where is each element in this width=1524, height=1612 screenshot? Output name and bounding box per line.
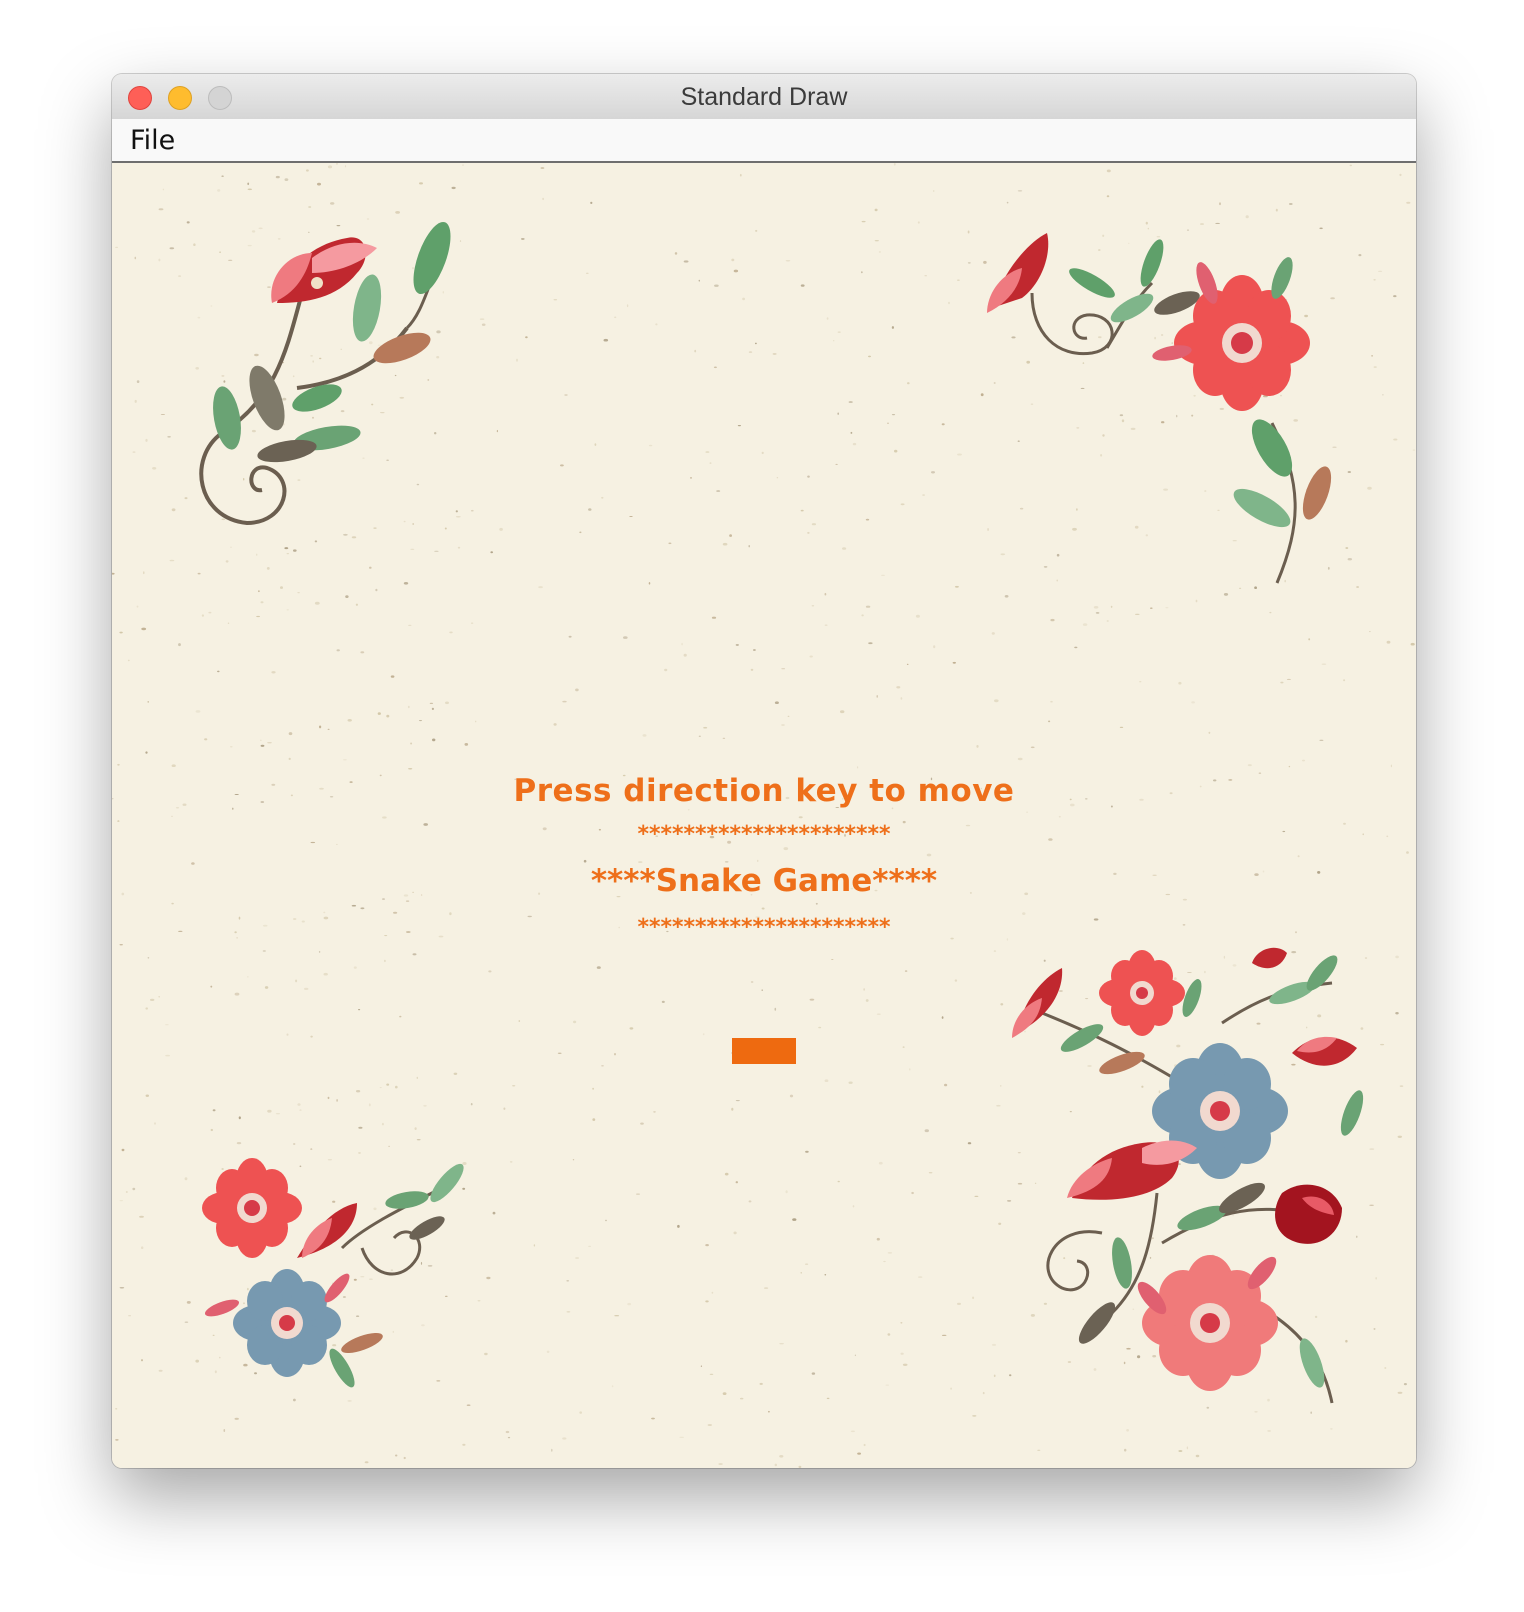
floral-decoration-bottom-left — [202, 1158, 464, 1388]
game-title: ****Snake Game**** — [590, 863, 938, 899]
floral-decoration-top-left — [199, 221, 451, 526]
menu-bar: File — [112, 119, 1416, 163]
stars-divider-top: ********************** — [637, 822, 891, 847]
stars-divider-bottom: ********************** — [637, 915, 891, 940]
game-canvas[interactable]: Press direction key to move ************… — [112, 163, 1416, 1468]
snake-body — [732, 1038, 796, 1064]
floral-decoration-top-right — [987, 233, 1332, 584]
title-bar[interactable]: Standard Draw — [112, 74, 1416, 120]
floral-decoration-bottom-right — [1012, 947, 1364, 1404]
menu-file[interactable]: File — [130, 123, 175, 159]
app-window: Standard Draw File Press direction key t… — [112, 74, 1416, 1468]
instruction-text: Press direction key to move — [513, 773, 1015, 809]
window-title: Standard Draw — [680, 83, 848, 111]
